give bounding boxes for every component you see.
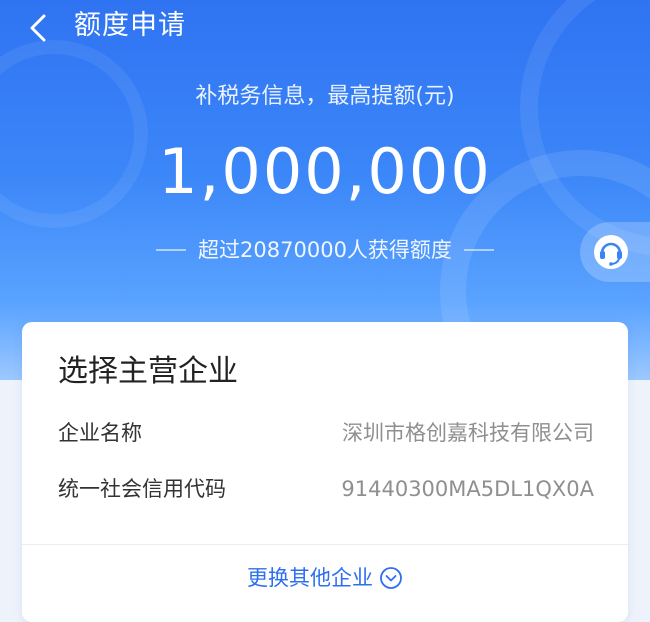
company-name-label: 企业名称 bbox=[58, 421, 142, 445]
card-title: 选择主营企业 bbox=[58, 354, 238, 389]
page-title: 额度申请 bbox=[74, 10, 186, 41]
chevron-left-icon bbox=[30, 14, 46, 42]
back-button[interactable] bbox=[18, 8, 58, 48]
switch-company-label: 更换其他企业 bbox=[247, 566, 373, 590]
company-card: 选择主营企业 企业名称 深圳市格创嘉科技有限公司 统一社会信用代码 914403… bbox=[22, 322, 628, 622]
credit-code-label: 统一社会信用代码 bbox=[58, 477, 226, 501]
card-divider bbox=[22, 544, 628, 545]
quota-amount: 1,000,000 bbox=[158, 135, 492, 208]
quota-subtitle: 补税务信息，最高提额(元) bbox=[195, 84, 455, 109]
stat-divider-right bbox=[463, 249, 494, 251]
nav-bar: 额度申请 bbox=[0, 0, 650, 56]
credit-code-row: 统一社会信用代码 91440300MA5DL1QX0A bbox=[58, 472, 594, 506]
chevron-down-circle-icon bbox=[380, 567, 402, 589]
credit-code-value: 91440300MA5DL1QX0A bbox=[341, 477, 594, 501]
stat-text: 超过20870000人获得额度 bbox=[198, 238, 452, 262]
user-stat: 超过20870000人获得额度 bbox=[0, 234, 650, 266]
stat-divider-left bbox=[156, 249, 187, 251]
customer-service-icon bbox=[594, 235, 628, 269]
company-name-value: 深圳市格创嘉科技有限公司 bbox=[342, 421, 594, 445]
company-name-row: 企业名称 深圳市格创嘉科技有限公司 bbox=[58, 416, 594, 450]
customer-service-button[interactable] bbox=[580, 222, 650, 282]
switch-company-link[interactable]: 更换其他企业 bbox=[22, 562, 628, 594]
